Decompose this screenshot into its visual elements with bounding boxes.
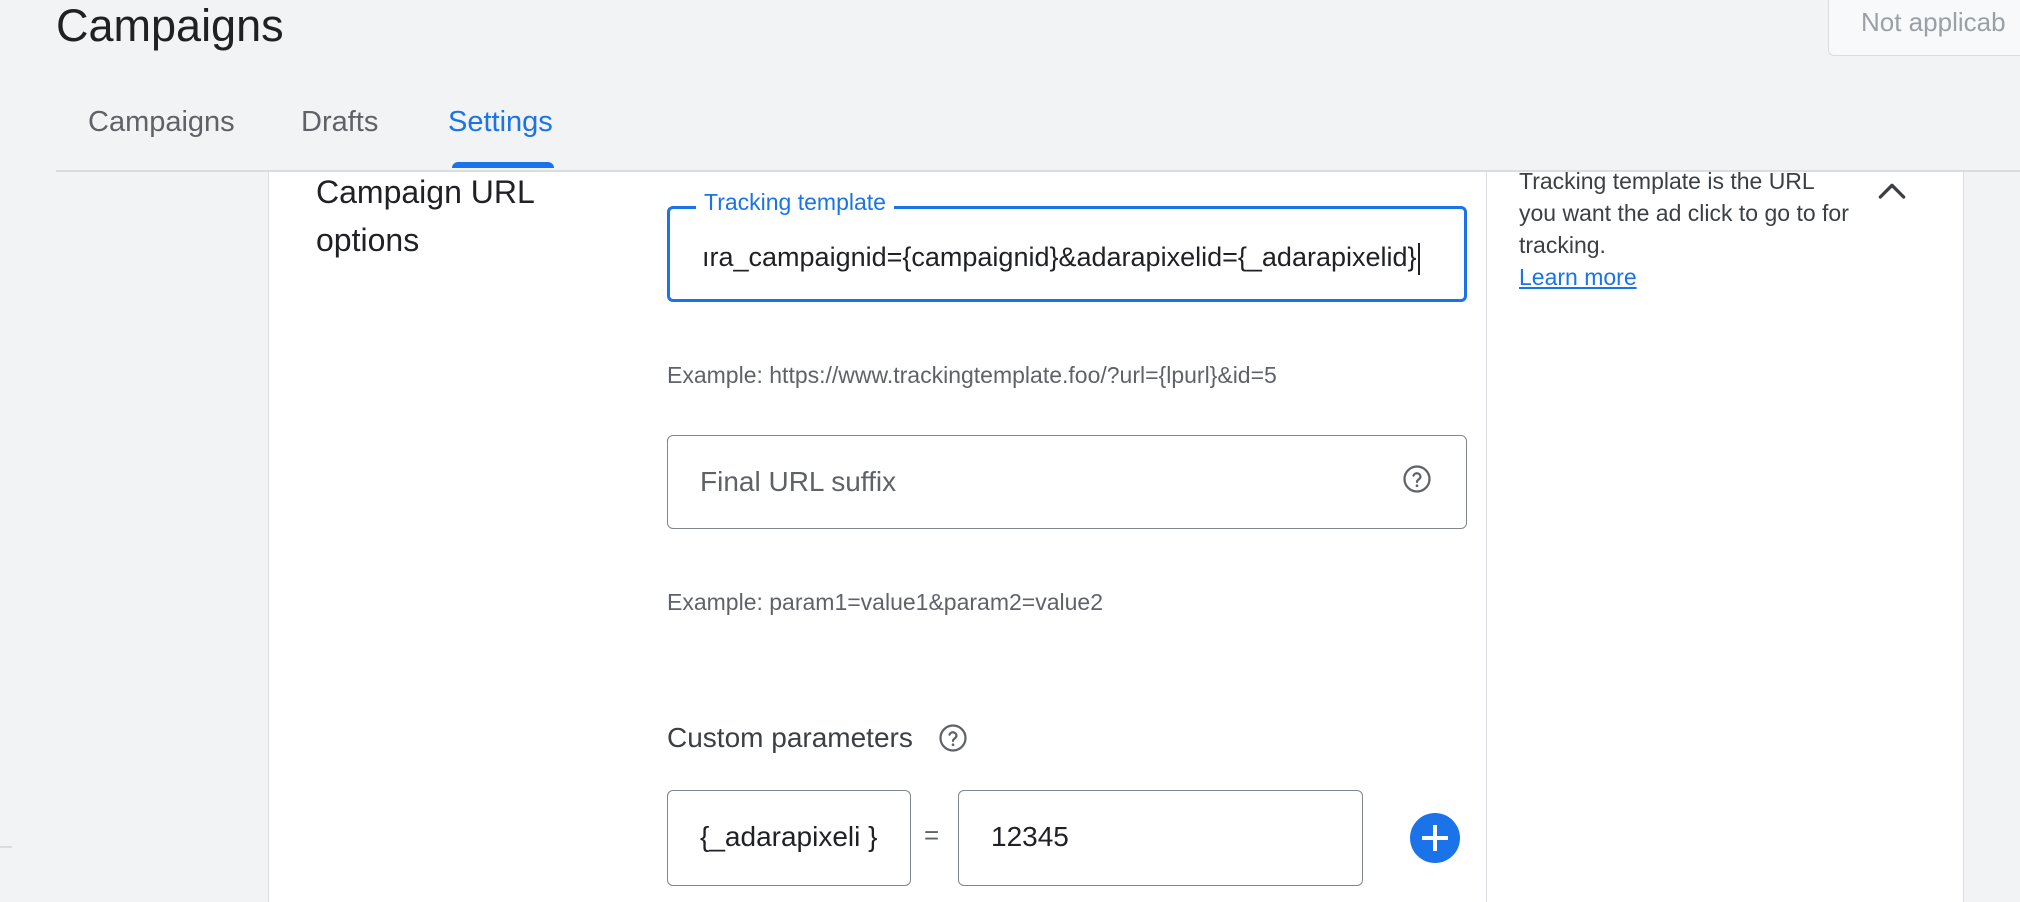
add-parameter-button[interactable] (1410, 813, 1460, 863)
chevron-up-icon[interactable] (1872, 172, 1912, 212)
equals-sign: = (924, 820, 940, 850)
help-panel-divider (1486, 172, 1487, 902)
divider (0, 846, 12, 848)
final-url-suffix-placeholder: Final URL suffix (700, 466, 897, 497)
tracking-template-value-wrap: ıra_campaignid={campaignid}&adarapixelid… (702, 239, 1442, 275)
tracking-template-example: Example: https://www.trackingtemplate.fo… (667, 362, 1277, 388)
page: Campaigns Not applicab Campaigns Drafts … (0, 0, 2020, 902)
status-select[interactable]: Not applicab (1828, 0, 2020, 56)
final-url-suffix-field[interactable]: Final URL suffix (667, 435, 1467, 529)
custom-parameter-key: {_adarapixeli } (700, 821, 878, 852)
section-title: Campaign URL options (316, 174, 534, 258)
custom-parameter-value: 12345 (991, 821, 1069, 852)
help-panel: Tracking template is the URL you want th… (1519, 165, 1849, 293)
custom-parameter-key-input[interactable]: {_adarapixeli } (667, 790, 911, 886)
custom-parameters-label: Custom parameters (667, 722, 913, 753)
page-title: Campaigns (56, 0, 284, 51)
text-caret (1417, 242, 1420, 275)
tracking-template-field[interactable]: Tracking template ıra_campaignid={campai… (667, 187, 1467, 302)
learn-more-link[interactable]: Learn more (1519, 261, 1849, 293)
tab-drafts[interactable]: Drafts (301, 96, 378, 148)
tracking-template-label: Tracking template (696, 187, 894, 217)
tab-settings[interactable]: Settings (448, 96, 553, 148)
add-circle-icon (1422, 825, 1448, 851)
help-circle-icon[interactable] (938, 723, 968, 753)
tracking-template-value: ıra_campaignid={campaignid}&adarapixelid… (702, 242, 1417, 272)
final-url-suffix-example: Example: param1=value1&param2=value2 (667, 589, 1103, 615)
help-circle-icon[interactable] (1402, 464, 1432, 494)
tab-campaigns[interactable]: Campaigns (88, 96, 235, 148)
help-panel-text: Tracking template is the URL you want th… (1519, 168, 1849, 258)
custom-parameter-value-input[interactable]: 12345 (958, 790, 1363, 886)
